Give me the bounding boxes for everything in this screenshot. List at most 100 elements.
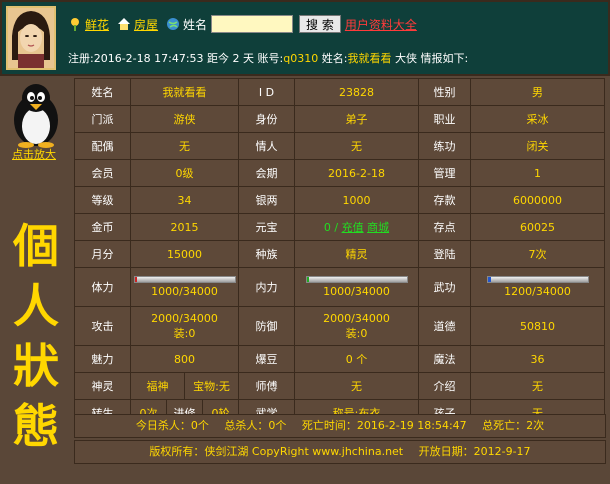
label-gold: 金币 [74, 213, 131, 241]
label-spirit: 神灵 [74, 372, 131, 400]
spirit-value: 福神 [146, 380, 169, 393]
table-row: 金币 2015 元宝 0 / 充值 商城 存点 60025 [74, 213, 605, 241]
title-char: 人 [13, 279, 59, 333]
value-gold: 2015 [130, 213, 239, 241]
left-sidebar: 点击放大 個 人 狀 態 [0, 76, 72, 466]
avatar[interactable] [6, 6, 56, 70]
attack-equip: 装:0 [173, 326, 196, 340]
label-identity: 身份 [238, 105, 295, 133]
value-id: 23828 [294, 78, 419, 106]
table-row: 体力 1000/34000 内力 1000/34000 武功 1200/3400… [74, 267, 605, 307]
death-time: 死亡时间：2016-2-19 18:54:47 [301, 419, 467, 432]
since-unit: 天 [243, 52, 255, 65]
value-beans: 0 个 [294, 345, 419, 373]
user-directory-link[interactable]: 用户资料大全 [345, 16, 417, 33]
value-admin: 1 [470, 159, 605, 187]
penguin-icon[interactable] [6, 82, 66, 148]
globe-icon [166, 17, 180, 31]
value-monthly: 15000 [130, 240, 239, 268]
label-spouse: 配偶 [74, 132, 131, 160]
value-deposit: 6000000 [470, 186, 605, 214]
value-points: 60025 [470, 213, 605, 241]
header-panel: 鲜花 房屋 姓名 搜 索 用户资料大全 注册:2016-2-18 17:47:5… [0, 0, 610, 76]
stamina-bar-fill [134, 277, 138, 282]
label-race: 种族 [238, 240, 295, 268]
martial-bar-fill [487, 277, 491, 282]
treasure-value: 宝物:无 [184, 373, 238, 399]
label-defense: 防御 [238, 306, 295, 346]
label-stamina: 体力 [74, 267, 131, 307]
defense-equip: 装:0 [345, 326, 368, 340]
value-master: 无 [294, 372, 419, 400]
label-name: 姓名 [74, 78, 131, 106]
label-master: 师傅 [238, 372, 295, 400]
value-identity: 弟子 [294, 105, 419, 133]
martial-bar [486, 276, 589, 283]
table-row: 等级 34 银两 1000 存款 6000000 [74, 186, 605, 214]
label-referrer: 介绍 [418, 372, 471, 400]
stamina-text: 1000/34000 [151, 285, 218, 298]
kills-total: 总杀人：0个 [224, 419, 287, 432]
zoom-link[interactable]: 点击放大 [12, 146, 56, 162]
label-member-period: 会期 [238, 159, 295, 187]
flower-icon [68, 17, 82, 31]
label-id: I D [238, 78, 295, 106]
label-inner-power: 内力 [238, 267, 295, 307]
table-row: 月分 15000 种族 精灵 登陆 7次 [74, 240, 605, 268]
value-silver: 1000 [294, 186, 419, 214]
death-total: 总死亡：2次 [482, 419, 545, 432]
since-label: 距今 [207, 52, 230, 65]
value-referrer: 无 [470, 372, 605, 400]
label-level: 等级 [74, 186, 131, 214]
since-value: 2 [232, 52, 240, 65]
flowers-link[interactable]: 鲜花 [85, 16, 109, 33]
value-member-period: 2016-2-18 [294, 159, 419, 187]
shop-link[interactable]: 商城 [367, 221, 389, 234]
value-spouse: 无 [130, 132, 239, 160]
profile-table: 姓名 我就看看 I D 23828 性别 男 门派 游侠 身份 弟子 职业 采冰… [74, 78, 605, 427]
reg-label: 注册: [68, 52, 94, 65]
copyright: 版权所有：侠剑江湖 CopyRight www.jhchina.net [149, 445, 404, 458]
label-attack: 攻击 [74, 306, 131, 346]
kills-today: 今日杀人：0个 [135, 419, 209, 432]
search-button[interactable]: 搜 索 [299, 15, 341, 33]
name-label: 姓名: [321, 52, 348, 65]
label-deposit: 存款 [418, 186, 471, 214]
search-label: 姓名 [183, 17, 208, 32]
label-points: 存点 [418, 213, 471, 241]
table-row: 会员 0级 会期 2016-2-18 管理 1 [74, 159, 605, 187]
label-member: 会员 [74, 159, 131, 187]
value-attack: 2000/34000 装:0 [130, 306, 239, 346]
name-search-input[interactable] [211, 15, 294, 33]
value-inner-power: 1000/34000 [294, 267, 419, 307]
account-value: q0310 [283, 52, 319, 65]
value-level: 34 [130, 186, 239, 214]
value-sect: 游侠 [130, 105, 239, 133]
table-row: 姓名 我就看看 I D 23828 性别 男 [74, 78, 605, 106]
inner-power-bar-fill [306, 277, 310, 282]
table-row: 神灵 福神 宝物:无 师傅 无 介绍 无 [74, 372, 605, 400]
table-row: 配偶 无 情人 无 练功 闭关 [74, 132, 605, 160]
label-gender: 性别 [418, 78, 471, 106]
value-member: 0级 [130, 159, 239, 187]
label-job: 职业 [418, 105, 471, 133]
house-link[interactable]: 房屋 [134, 16, 158, 33]
defense-value: 2000/34000 [323, 311, 390, 325]
label-silver: 银两 [238, 186, 295, 214]
value-morality: 50810 [470, 306, 605, 346]
value-lover: 无 [294, 132, 419, 160]
header-toolbar: 鲜花 房屋 姓名 搜 索 用户资料大全 [68, 14, 417, 34]
title-char: 態 [13, 399, 59, 453]
value-charm: 800 [130, 345, 239, 373]
table-row: 门派 游侠 身份 弟子 职业 采冰 [74, 105, 605, 133]
value-spirit: 福神 宝物:无 [130, 372, 239, 400]
value-stamina: 1000/34000 [130, 267, 239, 307]
open-date: 开放日期：2012-9-17 [418, 445, 531, 458]
yuanbao-amount: 0 [323, 221, 331, 234]
house-icon [117, 17, 131, 31]
value-name: 我就看看 [130, 78, 239, 106]
table-row: 魅力 800 爆豆 0 个 魔法 36 [74, 345, 605, 373]
label-yuanbao: 元宝 [238, 213, 295, 241]
label-lover: 情人 [238, 132, 295, 160]
recharge-link[interactable]: 充值 [342, 221, 364, 234]
